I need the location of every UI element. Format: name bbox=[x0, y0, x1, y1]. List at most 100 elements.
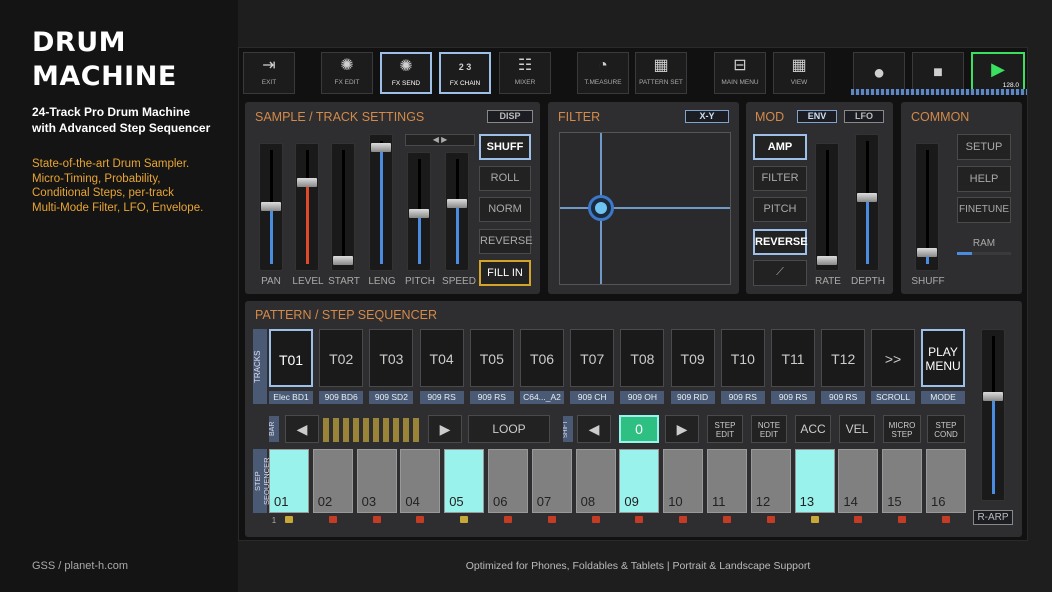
lfo-toggle[interactable]: LFO bbox=[844, 110, 884, 123]
step-pad-07[interactable]: 07 bbox=[531, 449, 572, 513]
step-pad-06[interactable]: 06 bbox=[488, 449, 528, 513]
step-pad-15[interactable]: 15 bbox=[882, 449, 923, 513]
shift-next-button[interactable]: ▶ bbox=[665, 415, 699, 443]
level-fader[interactable] bbox=[295, 143, 319, 271]
promo-subtitle: 24-Track Pro Drum Machine with Advanced S… bbox=[32, 105, 211, 135]
amp-button[interactable]: AMP bbox=[753, 134, 807, 160]
r-arp-fader[interactable] bbox=[981, 329, 1005, 501]
step-pad-09[interactable]: 09 bbox=[619, 449, 660, 513]
step-pad-05[interactable]: 05 bbox=[444, 449, 485, 513]
step-indicator bbox=[372, 516, 381, 523]
fx-chain-icon: 2 3 bbox=[458, 62, 472, 72]
exit-button[interactable]: ⇥ EXIT bbox=[243, 52, 295, 94]
finetune-button[interactable]: FINETUNE bbox=[957, 197, 1011, 223]
view-grid-icon: ▦ bbox=[791, 57, 807, 74]
track-button-t10[interactable]: T10 bbox=[720, 329, 765, 387]
mod-filter-button[interactable]: FILTER bbox=[753, 166, 807, 191]
track-button-t05[interactable]: T05 bbox=[469, 329, 514, 387]
tracks-scroll-button[interactable]: >> bbox=[871, 329, 915, 387]
main-menu-button[interactable]: ⊟ MAIN MENU bbox=[714, 52, 766, 94]
step-pad-04[interactable]: 04 bbox=[400, 449, 441, 513]
track-button-t02[interactable]: T02 bbox=[319, 329, 364, 387]
mixer-button[interactable]: ☷ MIXER bbox=[499, 52, 551, 94]
step-pad-12[interactable]: 12 bbox=[750, 449, 791, 513]
reverse-button[interactable]: REVERSE bbox=[479, 229, 533, 254]
track-button-t03[interactable]: T03 bbox=[369, 329, 414, 387]
track-button-t12[interactable]: T12 bbox=[821, 329, 866, 387]
play-menu-button[interactable]: PLAY MENU bbox=[921, 329, 965, 387]
track-button-t04[interactable]: T04 bbox=[419, 329, 464, 387]
loop-button[interactable]: LOOP bbox=[468, 415, 550, 443]
fill-in-button[interactable]: FILL IN bbox=[479, 260, 531, 286]
acc-button[interactable]: ACC bbox=[795, 415, 831, 443]
step-pad-08[interactable]: 08 bbox=[575, 449, 616, 513]
track-name: 909 RID bbox=[670, 391, 715, 404]
track-name: Elec BD1 bbox=[269, 391, 313, 404]
record-button[interactable]: ● bbox=[853, 52, 905, 94]
start-fader[interactable] bbox=[331, 143, 355, 271]
xy-mode-toggle[interactable]: X-Y bbox=[685, 110, 729, 123]
mod-pitch-button[interactable]: PITCH bbox=[753, 197, 807, 222]
step-cond-button[interactable]: STEP COND bbox=[927, 415, 965, 443]
step-indicator bbox=[898, 516, 907, 523]
step-pad-10[interactable]: 10 bbox=[663, 449, 704, 513]
setup-button[interactable]: SETUP bbox=[957, 134, 1011, 160]
track-name: 909 OH bbox=[620, 391, 665, 404]
filter-cursor[interactable] bbox=[588, 195, 614, 221]
leng-fader[interactable] bbox=[369, 134, 393, 271]
depth-fader[interactable] bbox=[855, 134, 879, 271]
step-pad-11[interactable]: 11 bbox=[707, 449, 747, 513]
rate-fader[interactable] bbox=[815, 143, 839, 271]
exit-icon: ⇥ bbox=[262, 57, 276, 74]
step-pad-14[interactable]: 14 bbox=[838, 449, 879, 513]
envelope-shape-button[interactable]: ⟋ bbox=[753, 260, 807, 286]
pan-fader[interactable] bbox=[259, 143, 283, 271]
pattern-set-button[interactable]: ▦ PATTERN SET bbox=[635, 52, 687, 94]
env-toggle[interactable]: ENV bbox=[797, 110, 837, 123]
shift-prev-button[interactable]: ◀ bbox=[577, 415, 611, 443]
step-pad-01[interactable]: 01 bbox=[269, 449, 309, 513]
track-button-t09[interactable]: T09 bbox=[670, 329, 715, 387]
filter-xy-pad[interactable] bbox=[559, 132, 731, 285]
t-measure-button[interactable]: ◔ T.MEASURE bbox=[577, 52, 629, 94]
shift-value[interactable]: 0 bbox=[619, 415, 659, 443]
step-pad-02[interactable]: 02 bbox=[312, 449, 353, 513]
bar-prev-button[interactable]: ◀ bbox=[285, 415, 319, 443]
step-indicator bbox=[635, 516, 644, 523]
roll-button[interactable]: ROLL bbox=[479, 166, 531, 191]
bar-next-button[interactable]: ▶ bbox=[428, 415, 462, 443]
step-edit-button[interactable]: STEP EDIT bbox=[707, 415, 743, 443]
note-edit-button[interactable]: NOTE EDIT bbox=[751, 415, 787, 443]
mod-reverse-button[interactable]: REVERSE bbox=[753, 229, 808, 255]
step-pad-03[interactable]: 03 bbox=[356, 449, 397, 513]
track-button-t06[interactable]: T06 bbox=[520, 329, 564, 387]
fx-send-button[interactable]: ✺ FX SEND bbox=[380, 52, 432, 94]
r-arp-button[interactable]: R-ARP bbox=[973, 510, 1013, 525]
track-button-t01[interactable]: T01 bbox=[269, 329, 313, 387]
view-button[interactable]: ▦ VIEW bbox=[773, 52, 825, 94]
track-button-t08[interactable]: T08 bbox=[620, 329, 665, 387]
stop-button[interactable]: ■ bbox=[912, 52, 964, 94]
pitch-fader[interactable] bbox=[407, 152, 431, 271]
shuff-button[interactable]: SHUFF bbox=[479, 134, 531, 160]
micro-step-button[interactable]: MICRO STEP bbox=[883, 415, 921, 443]
step-pad-13[interactable]: 13 bbox=[794, 449, 835, 513]
step-indicator bbox=[285, 516, 293, 523]
track-button-t07[interactable]: T07 bbox=[570, 329, 615, 387]
vel-button[interactable]: VEL bbox=[839, 415, 875, 443]
step-pad-16[interactable]: 16 bbox=[926, 449, 966, 513]
disp-toggle[interactable]: DISP bbox=[487, 110, 533, 123]
fx-ring-icon: ✺ bbox=[340, 57, 354, 74]
leng-label: LENG bbox=[368, 276, 396, 287]
common-shuff-fader[interactable] bbox=[915, 143, 939, 271]
track-button-t11[interactable]: T11 bbox=[771, 329, 815, 387]
envelope-shape-icon: ⟋ bbox=[776, 266, 784, 278]
pitch-arrows[interactable]: ◀ ▶ bbox=[405, 134, 475, 146]
speed-fader[interactable] bbox=[445, 152, 469, 271]
help-button[interactable]: HELP bbox=[957, 166, 1011, 192]
fx-chain-button[interactable]: 2 3 FX CHAIN bbox=[439, 52, 491, 94]
step-indicator bbox=[854, 516, 863, 523]
fx-edit-button[interactable]: ✺ FX EDIT bbox=[321, 52, 373, 94]
play-button[interactable]: ▶ 128.0 bbox=[971, 52, 1025, 94]
norm-button[interactable]: NORM bbox=[479, 197, 531, 222]
